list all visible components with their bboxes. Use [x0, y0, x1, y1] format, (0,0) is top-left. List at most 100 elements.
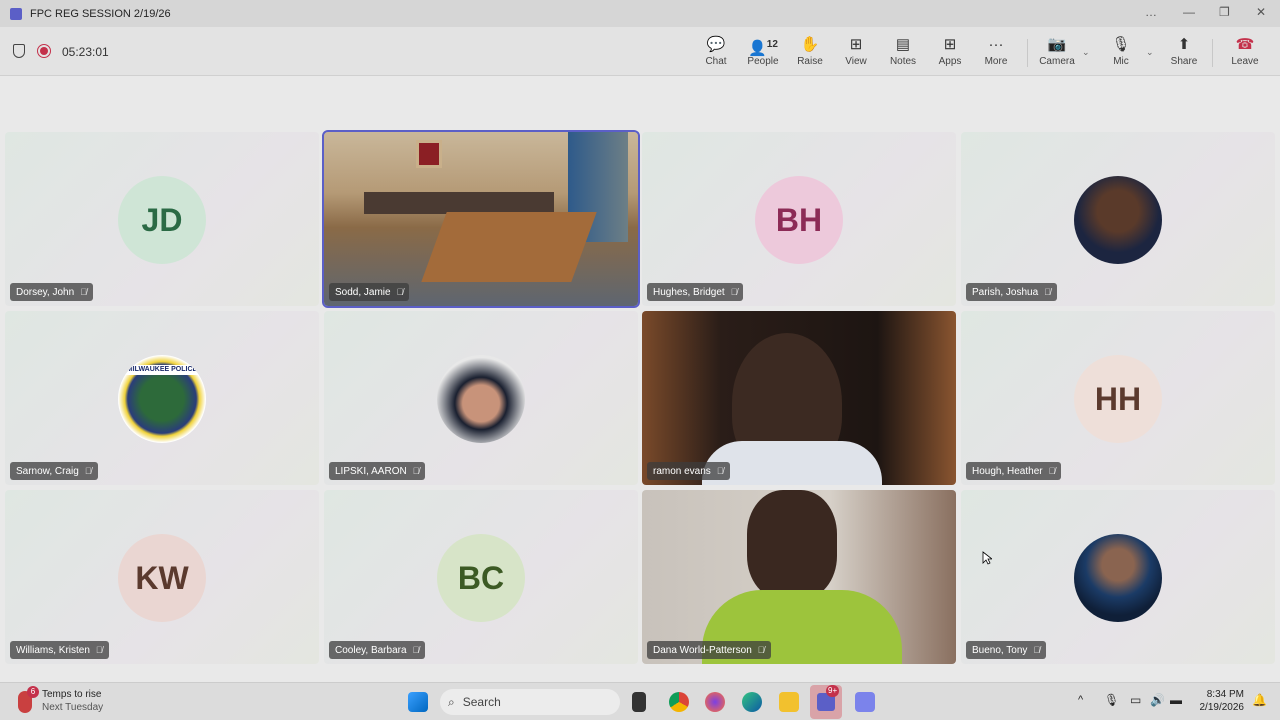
participant-tile[interactable]: BC Cooley, Barbara 🎙̸	[324, 490, 638, 664]
participant-name: Hough, Heather	[972, 465, 1043, 477]
participant-name: Bueno, Tony	[972, 644, 1028, 656]
battery-icon[interactable]: ▬	[1170, 693, 1182, 707]
maximize-button[interactable]: ❐	[1219, 5, 1230, 19]
people-button[interactable]: 👤12 People	[740, 35, 786, 67]
teams-logo-icon	[10, 7, 22, 20]
chrome-icon[interactable]	[669, 692, 689, 712]
teams-badge: 9+	[826, 685, 840, 697]
mic-options-chevron-icon[interactable]: ⌄	[1146, 47, 1154, 58]
participant-name: Dorsey, John	[16, 286, 75, 298]
more-options-button[interactable]: …	[1145, 5, 1157, 19]
weather-widget[interactable]: Temps to rise Next Tuesday	[42, 688, 103, 714]
search-icon: ⌕	[448, 694, 455, 709]
avatar-photo	[437, 355, 525, 443]
share-label: Share	[1170, 56, 1198, 67]
participant-tile[interactable]: LIPSKI, AARON 🎙̸	[324, 311, 638, 485]
notification-bell-icon[interactable]: 🔔	[1252, 693, 1267, 707]
meeting-toolbar: 05:23:01 💬 Chat 👤12 People ✋ Raise ⊞ View ▤ Notes…	[0, 27, 1280, 76]
badge-text: MILWAUKEE POLICE	[118, 365, 206, 375]
teams-classic-icon[interactable]	[855, 692, 875, 712]
clock[interactable]: 8:34 PM 2/19/2026	[1196, 688, 1245, 714]
view-icon: ⊞	[849, 36, 863, 53]
avatar-photo: MILWAUKEE POLICE	[118, 355, 206, 443]
taskbar-search[interactable]: ⌕ Search	[440, 689, 620, 715]
mic-muted-icon: 🎙̸	[412, 466, 420, 476]
participant-tile[interactable]: ramon evans 🎙̸	[642, 311, 956, 485]
mic-icon: 🎙	[1111, 36, 1131, 53]
search-placeholder: Search	[462, 695, 501, 709]
participant-tile[interactable]: KW Williams, Kristen 🎙̸	[5, 490, 319, 664]
avatar-initials: BC	[437, 534, 525, 622]
participant-tile[interactable]: Bueno, Tony 🎙̸	[961, 490, 1275, 664]
teams-taskbar-button[interactable]: 9+	[810, 685, 842, 719]
raise-label: Raise	[797, 56, 823, 67]
name-tag: LIPSKI, AARON 🎙̸	[329, 462, 426, 480]
task-view-icon[interactable]	[632, 692, 646, 712]
video-feed	[642, 311, 956, 485]
participant-tile[interactable]: JD Dorsey, John 🎙̸	[5, 132, 319, 306]
leave-icon: ☎	[1235, 36, 1255, 53]
close-button[interactable]: ✕	[1256, 5, 1266, 19]
raise-button[interactable]: ✋ Raise	[787, 35, 833, 67]
mic-muted-icon: 🎙̸	[412, 645, 420, 655]
recording-icon	[37, 44, 51, 58]
minimize-button[interactable]: —	[1183, 5, 1195, 19]
mic-muted-icon: 🎙̸	[1048, 466, 1056, 476]
mic-button[interactable]: 🎙 Mic	[1098, 35, 1144, 67]
weather-subtitle: Next Tuesday	[42, 702, 104, 713]
participant-tile[interactable]: Parish, Joshua 🎙̸	[961, 132, 1275, 306]
avatar-photo	[1074, 176, 1162, 264]
camera-options-chevron-icon[interactable]: ⌄	[1082, 47, 1090, 58]
leave-button[interactable]: ☎ Leave	[1222, 35, 1268, 67]
title-bar: FPC REG SESSION 2/19/26 … — ❐ ✕	[0, 0, 1280, 27]
name-tag: Dana World-Patterson 🎙̸	[647, 641, 771, 659]
participant-tile[interactable]: BH Hughes, Bridget 🎙̸	[642, 132, 956, 306]
video-feed	[324, 132, 638, 306]
name-tag: Hough, Heather 🎙̸	[966, 462, 1062, 480]
mic-muted-icon: 🎙̸	[95, 645, 103, 655]
participant-name: Dana World-Patterson	[653, 644, 752, 656]
participant-name: Williams, Kristen	[16, 644, 90, 656]
mic-muted-icon: 🎙̸	[730, 287, 738, 297]
mic-muted-icon: 🎙̸	[1044, 287, 1051, 297]
participant-tile[interactable]: MILWAUKEE POLICE Sarnow, Craig 🎙̸	[5, 311, 319, 485]
name-tag: Bueno, Tony 🎙̸	[966, 641, 1047, 659]
file-explorer-icon[interactable]	[779, 692, 799, 712]
participant-name: Cooley, Barbara	[335, 644, 407, 656]
apps-label: Apps	[938, 56, 962, 67]
show-hidden-icons-chevron-icon[interactable]: ^	[1078, 694, 1083, 706]
mic-muted-tray-icon[interactable]: 🎙	[1104, 693, 1119, 707]
edge-icon[interactable]	[742, 692, 762, 712]
participant-name: Hughes, Bridget	[653, 286, 725, 298]
name-tag: ramon evans 🎙̸	[647, 462, 730, 480]
network-icon[interactable]: ▭	[1130, 693, 1141, 707]
apps-button[interactable]: ⊞ Apps	[927, 35, 973, 67]
notes-button[interactable]: ▤ Notes	[880, 35, 926, 67]
camera-button[interactable]: 📷 Camera	[1034, 35, 1080, 67]
mouse-cursor-icon	[982, 551, 992, 565]
mic-muted-icon: 🎙̸	[1033, 645, 1041, 655]
avatar-initials: HH	[1074, 355, 1162, 443]
leave-label: Leave	[1231, 56, 1259, 67]
view-button[interactable]: ⊞ View	[833, 35, 879, 67]
weather-title: Temps to rise	[42, 689, 102, 700]
divider	[1027, 39, 1028, 67]
mic-muted-icon: 🎙̸	[84, 466, 92, 476]
start-button-icon[interactable]	[408, 692, 428, 712]
view-label: View	[845, 56, 867, 67]
chat-button[interactable]: 💬 Chat	[693, 35, 739, 67]
camera-label: Camera	[1039, 56, 1075, 67]
participant-tile[interactable]: Sodd, Jamie 🎙̸	[322, 130, 640, 308]
mic-muted-icon: 🎙̸	[396, 287, 404, 297]
clock-time: 8:34 PM	[1206, 689, 1244, 700]
participant-tile[interactable]: Dana World-Patterson 🎙̸	[642, 490, 956, 664]
share-button[interactable]: ⬆ Share	[1161, 35, 1207, 67]
participant-tile[interactable]: HH Hough, Heather 🎙̸	[961, 311, 1275, 485]
more-button[interactable]: ··· More	[973, 35, 1019, 67]
firefox-icon[interactable]	[705, 692, 725, 712]
participant-name: ramon evans	[653, 465, 711, 477]
avatar-photo	[1074, 534, 1162, 622]
clock-date: 2/19/2026	[1199, 702, 1245, 713]
avatar-initials: BH	[755, 176, 843, 264]
volume-icon[interactable]: 🔊	[1150, 693, 1165, 707]
